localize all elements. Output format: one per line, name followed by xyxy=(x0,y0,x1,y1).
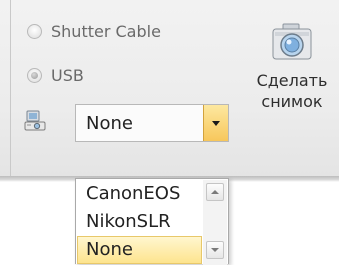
group-separator xyxy=(10,0,11,178)
radio-usb-label: USB xyxy=(51,66,84,85)
radio-shutter-cable-label: Shutter Cable xyxy=(51,22,161,41)
radio-button-checked-icon[interactable] xyxy=(27,68,42,83)
scroll-down-button[interactable] xyxy=(206,241,224,259)
take-photo-label-line1: Сделать xyxy=(256,71,328,90)
dropdown-arrow-button[interactable] xyxy=(203,105,228,141)
take-photo-button[interactable]: Сделать снимок xyxy=(249,22,335,168)
device-combobox[interactable]: None xyxy=(75,104,229,142)
dropdown-option-nikonslr[interactable]: NikonSLR xyxy=(77,208,202,236)
dropdown-option-canoneos[interactable]: CanonEOS xyxy=(77,180,202,208)
combobox-value: None xyxy=(86,112,133,134)
camera-icon xyxy=(272,23,312,60)
dropdown-option-none[interactable]: None xyxy=(77,236,202,264)
scroll-up-arrow-icon xyxy=(211,190,219,194)
dropdown-arrow-icon xyxy=(212,120,220,126)
dropdown-scrollbar[interactable] xyxy=(203,180,227,265)
radio-button-icon[interactable] xyxy=(27,24,42,39)
scroll-down-arrow-icon xyxy=(211,248,219,252)
radio-usb[interactable]: USB xyxy=(27,66,84,85)
radio-shutter-cable[interactable]: Shutter Cable xyxy=(27,22,161,41)
take-photo-label-line2: снимок xyxy=(261,92,323,111)
camera-device-icon xyxy=(24,110,46,131)
scroll-up-button[interactable] xyxy=(206,183,224,201)
device-dropdown-list[interactable]: CanonEOS NikonSLR None xyxy=(75,178,229,265)
